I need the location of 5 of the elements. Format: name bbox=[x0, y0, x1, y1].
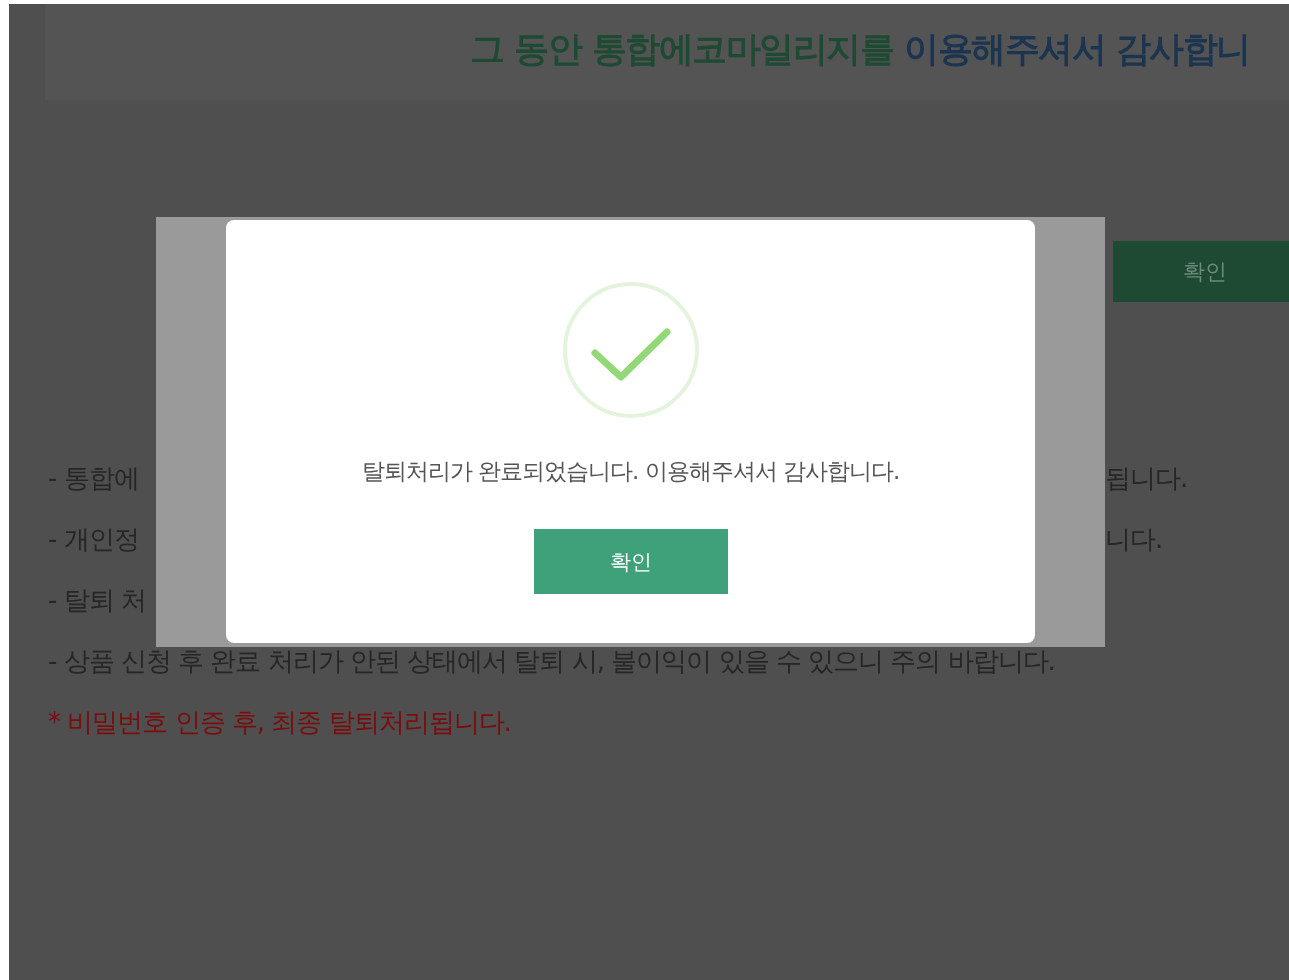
confirm-button[interactable]: 확인 bbox=[1113, 241, 1289, 302]
confirm-button[interactable]: 확인 bbox=[533, 529, 728, 594]
warning-text: * 비밀번호 인증 후, 최종 탈퇴처리됩니다. bbox=[48, 706, 511, 739]
check-circle-icon bbox=[560, 282, 701, 418]
dialog-message: 탈퇴처리가 완료되었습니다. 이용해주셔서 감사합니다. bbox=[361, 457, 900, 486]
